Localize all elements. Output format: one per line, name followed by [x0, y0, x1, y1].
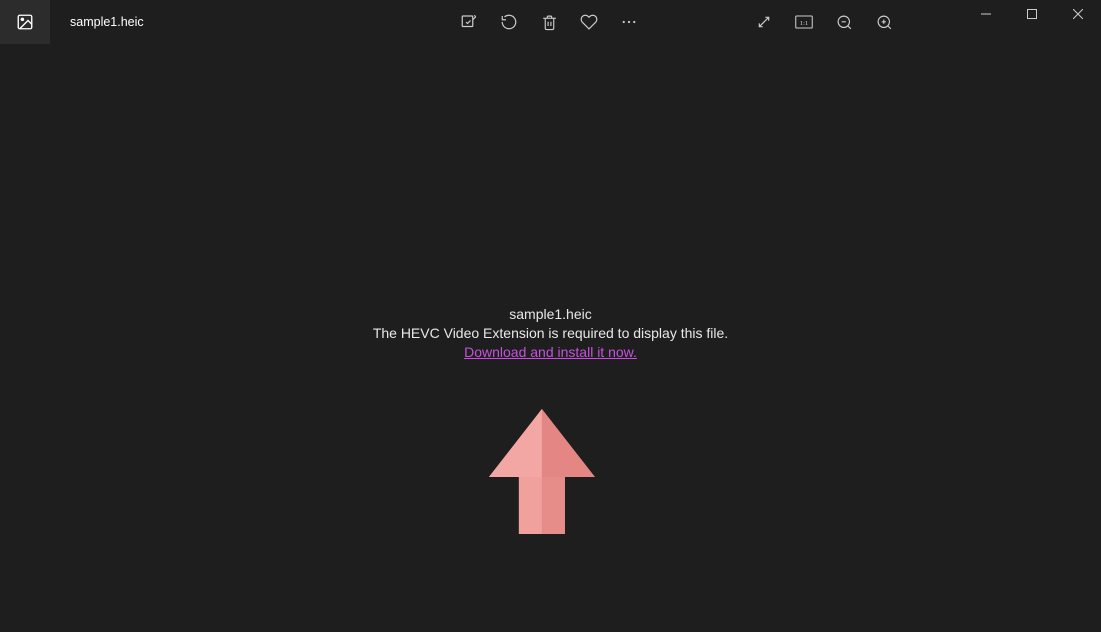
- titlebar: sample1.heic: [0, 0, 1101, 44]
- rotate-button[interactable]: [500, 13, 518, 31]
- actual-size-icon: 1:1: [795, 15, 813, 29]
- minimize-icon: [981, 9, 991, 19]
- arrow-up-icon: [476, 404, 606, 539]
- zoom-in-button[interactable]: [875, 13, 893, 31]
- actual-size-button[interactable]: 1:1: [795, 13, 813, 31]
- error-description: The HEVC Video Extension is required to …: [0, 324, 1101, 343]
- favorite-icon: [580, 13, 598, 31]
- zoom-out-icon: [836, 14, 853, 31]
- maximize-button[interactable]: [1009, 0, 1055, 28]
- filename-section: sample1.heic: [50, 0, 144, 44]
- fullscreen-button[interactable]: [755, 13, 773, 31]
- download-extension-link[interactable]: Download and install it now.: [464, 344, 637, 360]
- svg-text:1:1: 1:1: [800, 20, 809, 27]
- fullscreen-icon: [756, 14, 772, 30]
- edit-image-icon: [460, 13, 478, 31]
- toolbar-center: [460, 0, 638, 44]
- zoom-in-icon: [876, 14, 893, 31]
- photo-app-icon: [16, 13, 34, 31]
- more-icon: [620, 13, 638, 31]
- zoom-out-button[interactable]: [835, 13, 853, 31]
- app-home-button[interactable]: [0, 0, 50, 44]
- window-controls: [963, 0, 1101, 28]
- arrow-up-graphic: [476, 404, 606, 539]
- more-button[interactable]: [620, 13, 638, 31]
- window-title: sample1.heic: [70, 15, 144, 29]
- close-button[interactable]: [1055, 0, 1101, 28]
- error-filename: sample1.heic: [0, 305, 1101, 324]
- delete-icon: [541, 14, 558, 31]
- favorite-button[interactable]: [580, 13, 598, 31]
- minimize-button[interactable]: [963, 0, 1009, 28]
- delete-button[interactable]: [540, 13, 558, 31]
- toolbar-right: 1:1: [755, 0, 893, 44]
- edit-image-button[interactable]: [460, 13, 478, 31]
- close-icon: [1073, 9, 1083, 19]
- rotate-icon: [500, 13, 518, 31]
- error-message: sample1.heic The HEVC Video Extension is…: [0, 305, 1101, 362]
- maximize-icon: [1027, 9, 1037, 19]
- content-area: sample1.heic The HEVC Video Extension is…: [0, 44, 1101, 632]
